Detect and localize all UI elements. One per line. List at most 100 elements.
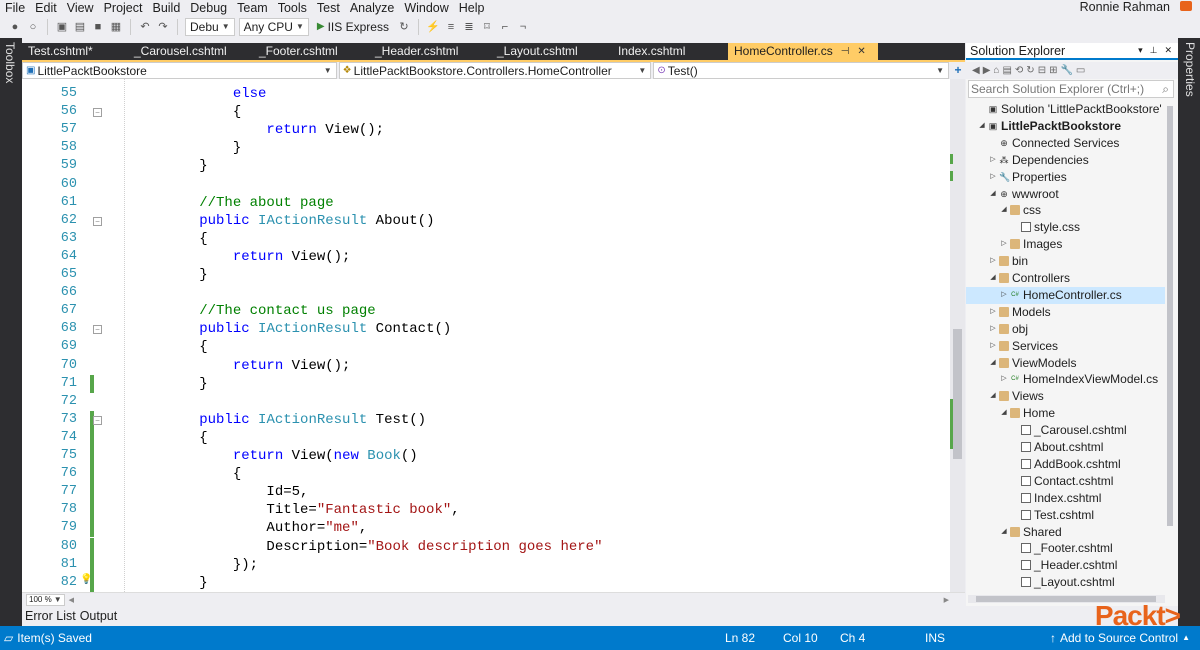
code-line[interactable]: 73 − public IActionResult Test()	[22, 410, 950, 429]
code-line[interactable]: 69 {	[22, 338, 950, 356]
collapse-icon[interactable]: −	[93, 415, 102, 425]
tree-item[interactable]: ▷ ⁂ Dependencies	[966, 152, 1165, 169]
collapse-all-icon[interactable]: ⊟	[1038, 65, 1046, 76]
split-editor-icon[interactable]: +	[951, 62, 965, 79]
tree-item[interactable]: ◢ ▣ LittlePacktBookstore	[966, 118, 1165, 135]
sync-icon[interactable]: ⟲	[1015, 65, 1023, 76]
code-line[interactable]: 56 − {	[22, 103, 950, 121]
tree-item[interactable]: ▷ obj	[966, 321, 1165, 338]
tab-carousel-cshtml[interactable]: _Carousel.cshtml	[128, 43, 253, 60]
code-line[interactable]: 70 return View();	[22, 357, 950, 375]
account-avatar-icon[interactable]	[1180, 1, 1192, 11]
bookmark-icon[interactable]: ⌑	[480, 20, 494, 34]
tree-item[interactable]: ⊕ Connected Services	[966, 135, 1165, 152]
code-line[interactable]: 71 }	[22, 374, 950, 393]
tree-item[interactable]: ▷ bin	[966, 253, 1165, 270]
navigate-back-icon[interactable]: ●	[8, 20, 22, 34]
close-icon[interactable]: ✕	[857, 43, 865, 60]
bookmark-next-icon[interactable]: ¬	[516, 20, 530, 34]
pin-icon[interactable]: ⊥	[1150, 42, 1158, 59]
menu-analyze[interactable]: Analyze	[345, 1, 399, 15]
tree-item[interactable]: ◢ Home	[966, 405, 1165, 422]
tab-footer-cshtml[interactable]: _Footer.cshtml	[253, 43, 369, 60]
code-line[interactable]: 79 Author="me",	[22, 519, 950, 538]
collapse-icon[interactable]: ◢	[999, 202, 1009, 219]
start-debugging-button[interactable]: ▶ IIS Express	[313, 20, 393, 34]
code-line[interactable]: 64 return View();	[22, 248, 950, 266]
collapse-icon[interactable]: −	[93, 325, 102, 335]
expand-icon[interactable]: ▷	[988, 338, 998, 355]
collapse-icon[interactable]: −	[93, 108, 102, 118]
tree-item[interactable]: style.css	[966, 219, 1165, 236]
menu-file[interactable]: File	[0, 1, 30, 15]
tree-item[interactable]: ◢ Shared	[966, 524, 1165, 541]
code-line[interactable]: 55 else	[22, 85, 950, 103]
tab-test-cshtml[interactable]: Test.cshtml*	[22, 43, 128, 60]
menu-window[interactable]: Window	[399, 1, 453, 15]
code-line[interactable]: 61 //The about page	[22, 194, 950, 212]
code-line[interactable]: 57 return View();	[22, 121, 950, 139]
tree-item[interactable]: ▷ Models	[966, 304, 1165, 321]
solution-explorer-search-input[interactable]: Search Solution Explorer (Ctrl+;) ⌕	[968, 80, 1174, 98]
account-name[interactable]: Ronnie Rahman	[1080, 0, 1170, 14]
code-line[interactable]: 63 {	[22, 230, 950, 248]
uncomment-icon[interactable]: ≣	[462, 20, 476, 34]
back-icon[interactable]: ◀	[972, 65, 980, 76]
scroll-left-icon[interactable]: ◀	[69, 596, 74, 604]
tree-item[interactable]: ▷ C# HomeController.cs	[966, 286, 1165, 304]
expand-icon[interactable]: ▷	[999, 371, 1009, 388]
dropdown-icon[interactable]: ▾	[1138, 42, 1143, 59]
bookmark-prev-icon[interactable]: ⌐	[498, 20, 512, 34]
save-all-icon[interactable]: ▦	[109, 20, 123, 34]
tree-item[interactable]: _Carousel.cshtml	[966, 422, 1165, 439]
expand-icon[interactable]: ▷	[999, 287, 1009, 304]
home-icon[interactable]: ⌂	[993, 65, 999, 76]
new-project-icon[interactable]: ▣	[55, 20, 69, 34]
zoom-dropdown[interactable]: 100 % ▼	[26, 593, 65, 606]
undo-icon[interactable]: ↶	[138, 20, 152, 34]
preview-icon[interactable]: ▭	[1076, 65, 1085, 76]
tab-layout-cshtml[interactable]: _Layout.cshtml	[491, 43, 612, 60]
tree-item[interactable]: ▷ C# HomeIndexViewModel.cs	[966, 371, 1165, 388]
code-line[interactable]: 65 }	[22, 266, 950, 284]
member-dropdown[interactable]: ⊙ Test() ▼	[653, 62, 950, 79]
properties-icon[interactable]: 🔧	[1060, 65, 1072, 76]
comment-icon[interactable]: ≡	[444, 20, 458, 34]
menu-debug[interactable]: Debug	[185, 1, 232, 15]
code-line[interactable]: 58 }	[22, 139, 950, 157]
collapse-icon[interactable]: ◢	[988, 355, 998, 372]
code-line[interactable]: 66	[22, 284, 950, 302]
expand-icon[interactable]: ▷	[988, 321, 998, 338]
project-dropdown[interactable]: ▣ LittlePacktBookstore ▼	[22, 62, 337, 79]
tree-item[interactable]: _Footer.cshtml	[966, 540, 1165, 557]
tree-item[interactable]: AddBook.cshtml	[966, 456, 1165, 473]
collapse-icon[interactable]: ◢	[999, 524, 1009, 541]
code-line[interactable]: 80 Description="Book description goes he…	[22, 537, 950, 556]
navigate-forward-icon[interactable]: ○	[26, 20, 40, 34]
refresh-icon[interactable]: ↻	[397, 20, 411, 34]
menu-test[interactable]: Test	[312, 1, 345, 15]
expand-icon[interactable]: ▷	[988, 169, 998, 186]
tree-item[interactable]: About.cshtml	[966, 439, 1165, 456]
show-all-files-icon[interactable]: ⊞	[1049, 65, 1057, 76]
switch-views-icon[interactable]: ▤	[1002, 65, 1011, 76]
code-editor[interactable]: 55 else 56− {57 return View(); 58 } 59 } 60 6…	[22, 79, 950, 592]
tree-item[interactable]: ◢ css	[966, 202, 1165, 219]
menu-tools[interactable]: Tools	[273, 1, 312, 15]
expand-icon[interactable]: ▷	[988, 304, 998, 321]
collapse-icon[interactable]: ◢	[999, 405, 1009, 422]
scrollbar-thumb[interactable]	[1167, 106, 1173, 526]
browser-link-icon[interactable]: ⚡	[426, 20, 440, 34]
scrollbar-thumb[interactable]	[953, 329, 962, 459]
lightbulb-icon[interactable]: 💡	[80, 574, 92, 585]
tab-error-list[interactable]: Error List	[25, 609, 76, 623]
platform-dropdown[interactable]: Any CPU ▼	[238, 17, 309, 36]
tree-item[interactable]: _Layout.cshtml	[966, 574, 1165, 591]
tree-item[interactable]: ◢ ⊕ wwwroot	[966, 186, 1165, 203]
tab-header-cshtml[interactable]: _Header.cshtml	[369, 43, 491, 60]
pin-icon[interactable]: ⊣	[841, 43, 850, 60]
configuration-dropdown[interactable]: Debu ▼	[185, 17, 235, 36]
close-icon[interactable]: ✕	[1164, 42, 1172, 59]
code-line[interactable]: 81 });	[22, 555, 950, 574]
redo-icon[interactable]: ↷	[156, 20, 170, 34]
